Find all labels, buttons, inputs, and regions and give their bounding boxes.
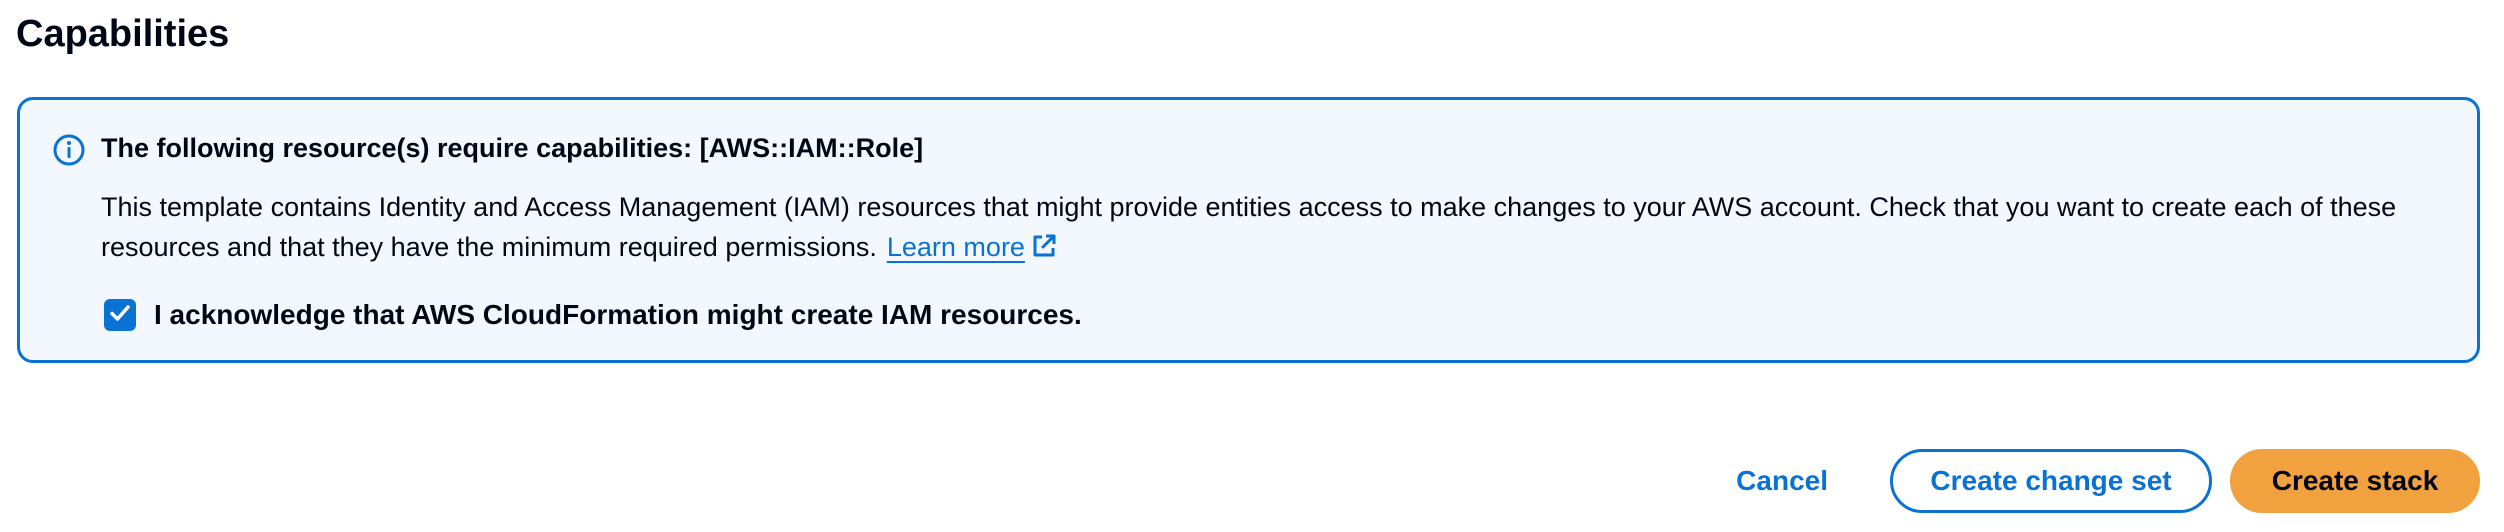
acknowledge-checkbox[interactable] [104,299,136,331]
info-icon [52,133,86,167]
learn-more-label: Learn more [886,232,1025,262]
cancel-button[interactable]: Cancel [1700,449,1864,513]
section-title: Capabilities [16,13,230,55]
alert-body-text: This template contains Identity and Acce… [101,192,2397,262]
form-actions: Cancel Create change set Create stack [1700,449,2480,513]
info-alert: The following resource(s) require capabi… [17,97,2480,363]
acknowledge-label[interactable]: I acknowledge that AWS CloudFormation mi… [154,299,1082,331]
alert-header: The following resource(s) require capabi… [101,133,924,163]
external-link-icon [1031,230,1057,257]
create-stack-button[interactable]: Create stack [2230,449,2480,513]
alert-body-container: This template contains Identity and Acce… [101,187,2461,267]
learn-more-link[interactable]: Learn more [887,232,1057,262]
check-icon [108,301,132,330]
create-change-set-button[interactable]: Create change set [1890,449,2212,513]
acknowledge-checkbox-row: I acknowledge that AWS CloudFormation mi… [104,299,1082,331]
